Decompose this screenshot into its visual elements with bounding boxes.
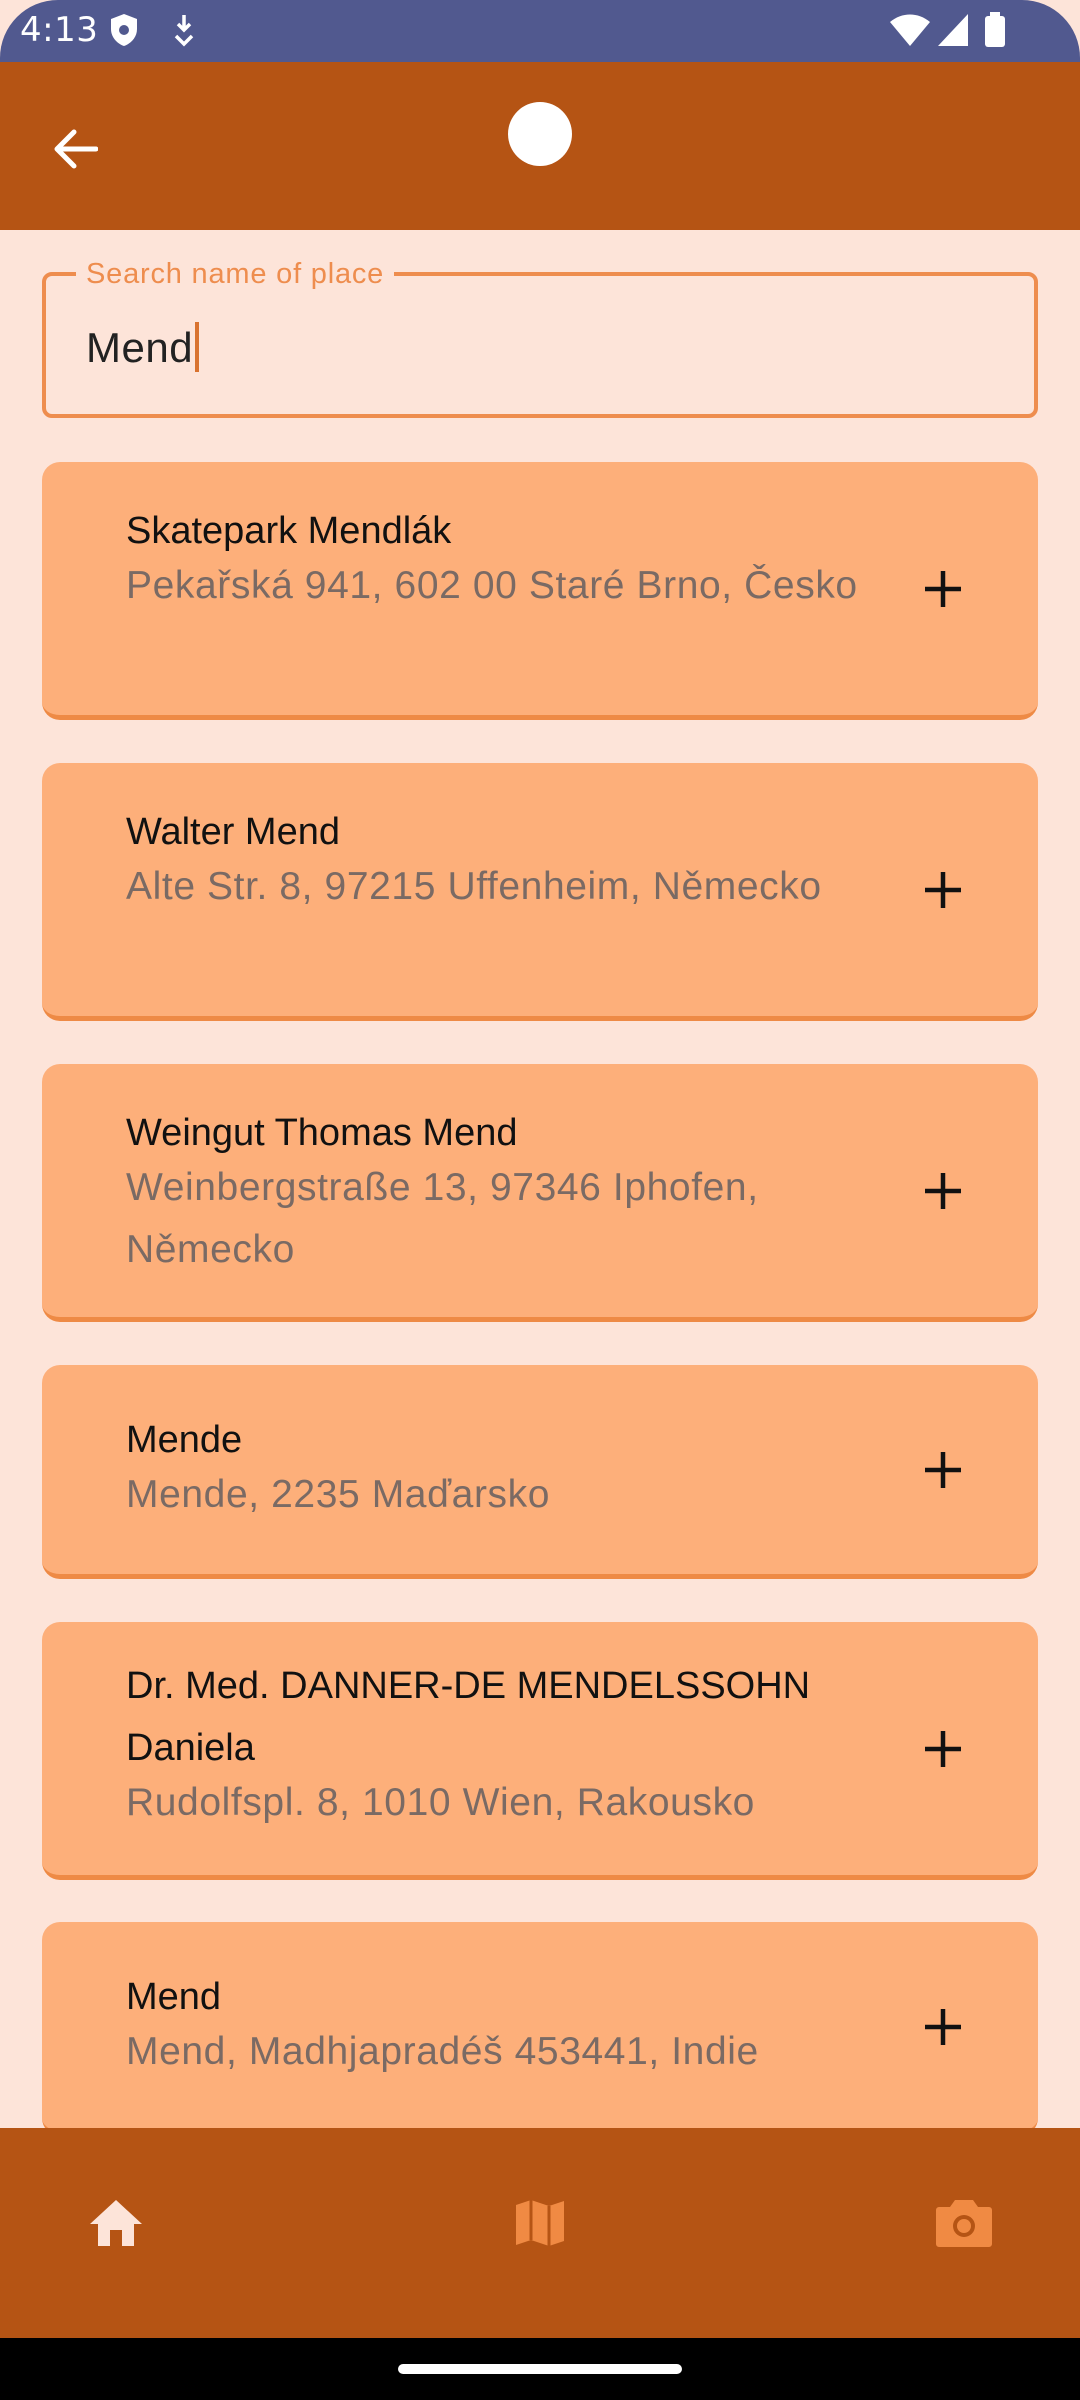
search-input[interactable]: Mend	[86, 322, 200, 372]
search-input-value: Mend	[86, 324, 194, 371]
result-name: Dr. Med. DANNER-DE MENDELSSOHN Daniela	[126, 1665, 811, 1769]
result-name: Weingut Thomas Mend	[126, 1112, 518, 1154]
home-icon	[90, 2200, 142, 2246]
result-address: Mend, Madhjapradéš 453441, Indie	[126, 2030, 759, 2073]
status-time: 4:13	[20, 10, 99, 50]
result-card[interactable]: Mend Mend, Madhjapradéš 453441, Indie	[42, 1922, 1038, 2136]
wifi-icon	[888, 12, 932, 52]
result-card[interactable]: Mende Mende, 2235 Maďarsko	[42, 1365, 1038, 1579]
result-card[interactable]: Skatepark Mendlák Pekařská 941, 602 00 S…	[42, 462, 1038, 720]
download-icon	[170, 12, 198, 52]
plus-icon	[925, 1731, 961, 1767]
plus-icon	[925, 872, 961, 908]
arrow-left-icon	[54, 129, 98, 169]
search-label: Search name of place	[76, 258, 395, 291]
add-button[interactable]	[908, 1714, 978, 1784]
bottom-navigation	[0, 2128, 1080, 2338]
plus-icon	[925, 571, 961, 607]
result-name: Mend	[126, 1976, 222, 2018]
result-address: Rudolfspl. 8, 1010 Wien, Rakousko	[126, 1781, 755, 1824]
add-button[interactable]	[908, 1156, 978, 1226]
add-button[interactable]	[908, 1992, 978, 2062]
plus-icon	[925, 1452, 961, 1488]
gesture-navigation-bar	[0, 2338, 1080, 2400]
result-card[interactable]: Walter Mend Alte Str. 8, 97215 Uffenheim…	[42, 763, 1038, 1021]
signal-icon	[936, 12, 970, 52]
nav-camera[interactable]	[924, 2183, 1004, 2263]
plus-icon	[925, 1173, 961, 1209]
result-address: Weinbergstraße 13, 97346 Iphofen, Německ…	[126, 1166, 759, 1271]
map-icon	[516, 2200, 564, 2246]
result-address: Alte Str. 8, 97215 Uffenheim, Německo	[126, 865, 822, 908]
plus-icon	[925, 2009, 961, 2045]
result-card[interactable]: Dr. Med. DANNER-DE MENDELSSOHN Daniela R…	[42, 1622, 1038, 1880]
add-button[interactable]	[908, 554, 978, 624]
back-button[interactable]	[40, 114, 110, 184]
battery-icon	[984, 12, 1006, 52]
screen: 4:13 Search name of place Mend Skatepark…	[0, 0, 1080, 2400]
result-address: Mende, 2235 Maďarsko	[126, 1473, 551, 1516]
camera-icon	[936, 2200, 992, 2247]
nav-home[interactable]	[76, 2183, 156, 2263]
camera-cutout	[508, 102, 572, 166]
app-bar	[0, 62, 1080, 230]
status-bar: 4:13	[0, 0, 1080, 62]
gesture-handle[interactable]	[398, 2364, 682, 2374]
text-cursor	[195, 322, 200, 372]
result-name: Walter Mend	[126, 811, 340, 853]
add-button[interactable]	[908, 1435, 978, 1505]
search-field[interactable]: Search name of place Mend	[42, 258, 1038, 418]
add-button[interactable]	[908, 855, 978, 925]
shield-icon	[108, 12, 140, 52]
result-name: Skatepark Mendlák	[126, 510, 452, 552]
nav-map[interactable]	[500, 2183, 580, 2263]
result-name: Mende	[126, 1419, 243, 1461]
result-address: Pekařská 941, 602 00 Staré Brno, Česko	[126, 564, 858, 607]
result-card[interactable]: Weingut Thomas Mend Weinbergstraße 13, 9…	[42, 1064, 1038, 1322]
